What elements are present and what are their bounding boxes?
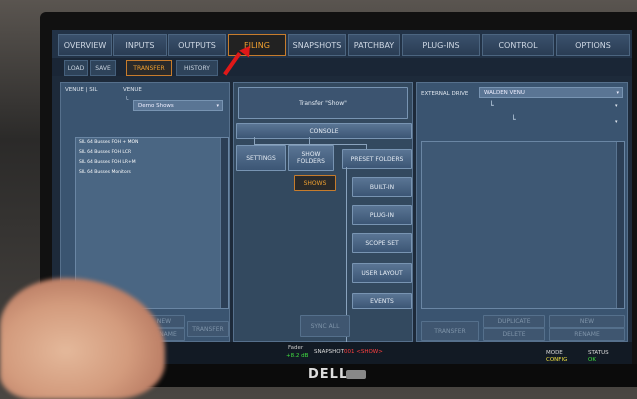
subtab-save[interactable]: SAVE	[90, 60, 116, 76]
transfer-show-header: Transfer "Show"	[238, 87, 408, 119]
list-item[interactable]: SIL 64 Busses FOH + MON	[76, 138, 228, 148]
status-value: OK	[588, 357, 596, 363]
external-drive-label: EXTERNAL DRIVE	[421, 91, 469, 97]
subtab-history[interactable]: HISTORY	[176, 60, 218, 76]
console-button[interactable]: CONSOLE	[236, 123, 412, 139]
user-layout-button[interactable]: USER LAYOUT	[352, 263, 412, 283]
chevron-down-icon: ▾	[615, 103, 618, 109]
fader-value: +8.2 dB	[286, 353, 309, 359]
duplicate-button[interactable]: DUPLICATE	[483, 315, 545, 328]
tab-options[interactable]: OPTIONS	[556, 34, 630, 56]
main-tab-bar: OVERVIEW INPUTS OUTPUTS FILING SNAPSHOTS…	[52, 30, 632, 58]
snapshot-value: 001 <SHOW>	[344, 349, 383, 355]
venue-dropdown[interactable]: Demo Shows ▾	[133, 100, 223, 111]
venue-dropdown-value: Demo Shows	[138, 102, 174, 109]
list-scrollbar[interactable]	[616, 142, 624, 308]
tab-inputs[interactable]: INPUTS	[113, 34, 167, 56]
events-button[interactable]: EVENTS	[352, 293, 412, 309]
subtab-load[interactable]: LOAD	[64, 60, 88, 76]
right-panel: EXTERNAL DRIVE WALDEN VENU ▾ └ ▾ └ ▾ TRA…	[416, 82, 628, 342]
left-transfer-button[interactable]: TRANSFER	[187, 321, 229, 337]
chevron-down-icon: ▾	[615, 119, 618, 125]
list-item[interactable]: SIL 64 Busses FOH LR+M	[76, 158, 228, 168]
mode-label: MODE	[546, 350, 563, 356]
status-label: STATUS	[588, 350, 609, 356]
drive-dropdown[interactable]: WALDEN VENU ▾	[479, 87, 623, 98]
tab-snapshots[interactable]: SNAPSHOTS	[288, 34, 346, 56]
tree-branch-icon: └	[125, 97, 129, 103]
sub-tab-bar: LOAD SAVE TRANSFER HISTORY	[52, 58, 632, 76]
tree-branch-icon: └	[511, 115, 516, 124]
fader-label: Fader	[288, 345, 304, 351]
chevron-down-icon: ▾	[616, 89, 619, 96]
mode-value: CONFIG	[546, 357, 568, 363]
shows-button[interactable]: SHOWS	[294, 175, 336, 191]
subtab-transfer[interactable]: TRANSFER	[126, 60, 172, 76]
list-item[interactable]: SIL 64 Busses FOH LCR	[76, 148, 228, 158]
monitor-badge	[346, 370, 366, 379]
monitor-logo: DELL	[308, 367, 349, 382]
list-scrollbar[interactable]	[220, 138, 228, 308]
tab-control[interactable]: CONTROL	[482, 34, 554, 56]
tab-plug-ins[interactable]: PLUG-INS	[402, 34, 480, 56]
tab-outputs[interactable]: OUTPUTS	[168, 34, 226, 56]
drive-file-list[interactable]	[421, 141, 625, 309]
delete-button[interactable]: DELETE	[483, 328, 545, 341]
settings-button[interactable]: SETTINGS	[236, 145, 286, 171]
right-new-button[interactable]: NEW	[549, 315, 625, 328]
chevron-down-icon: ▾	[216, 102, 219, 109]
right-rename-button[interactable]: RENAME	[549, 328, 625, 341]
built-in-button[interactable]: BUILT-IN	[352, 177, 412, 197]
right-transfer-button[interactable]: TRANSFER	[421, 321, 479, 341]
tree-line	[309, 137, 310, 145]
snapshot-label: SNAPSHOT	[314, 349, 345, 355]
venue-header: VENUE	[123, 87, 142, 93]
tree-branch-icon: └	[489, 101, 494, 110]
venue-sil-label: VENUE | SIL	[65, 87, 98, 93]
scope-set-button[interactable]: SCOPE SET	[352, 233, 412, 253]
sync-all-button[interactable]: SYNC ALL	[300, 315, 350, 337]
show-folders-button[interactable]: SHOW FOLDERS	[288, 145, 334, 171]
center-panel: Transfer "Show" CONSOLE SETTINGS SHOW FO…	[233, 82, 413, 347]
preset-folders-button[interactable]: PRESET FOLDERS	[342, 149, 412, 169]
tab-patchbay[interactable]: PATCHBAY	[348, 34, 400, 56]
tab-overview[interactable]: OVERVIEW	[58, 34, 112, 56]
drive-dropdown-value: WALDEN VENU	[484, 89, 525, 96]
plug-in-button[interactable]: PLUG-IN	[352, 205, 412, 225]
list-item[interactable]: SIL 64 Busses Monitors	[76, 168, 228, 178]
